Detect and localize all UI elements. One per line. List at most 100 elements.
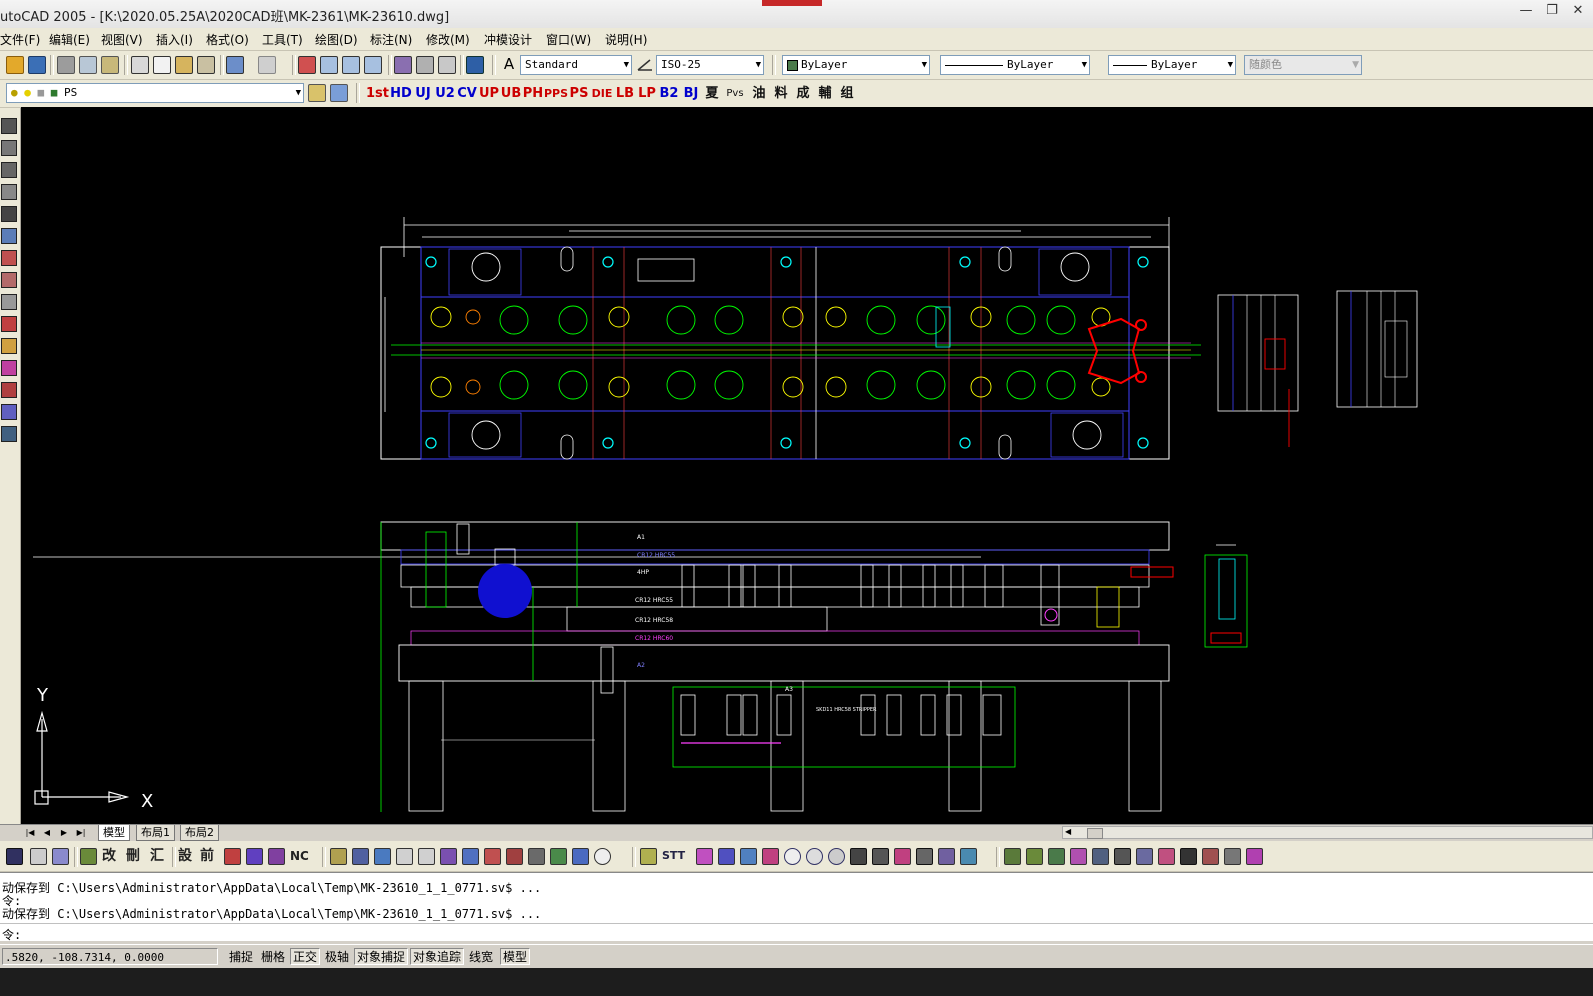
last-tab-icon[interactable]: ▶| xyxy=(74,826,88,839)
save-icon[interactable] xyxy=(28,56,46,74)
toolbar-icon[interactable] xyxy=(462,848,479,865)
polar-toggle[interactable]: 极轴 xyxy=(322,948,353,965)
grid-toggle[interactable]: 栅格 xyxy=(258,948,289,965)
tab-model[interactable]: 模型 xyxy=(98,825,130,841)
tool-cv-button[interactable]: CV xyxy=(456,84,478,104)
toolbar-icon[interactable] xyxy=(506,848,523,865)
setup-text-button[interactable]: 設 xyxy=(178,847,192,865)
tool-up-button[interactable]: UP xyxy=(478,84,500,104)
tool-u2-button[interactable]: U2 xyxy=(434,84,456,104)
pan-icon[interactable] xyxy=(298,56,316,74)
tool-bj-button[interactable]: BJ xyxy=(680,84,702,104)
tab-layout2[interactable]: 布局2 xyxy=(180,825,219,841)
layer-select[interactable]: ● ● ■ ■ PS ▼ xyxy=(6,83,304,103)
redo-icon[interactable] xyxy=(258,56,276,74)
punch-icon[interactable] xyxy=(1,140,17,156)
punch-icon[interactable] xyxy=(1,184,17,200)
modify-text-button[interactable]: 改 xyxy=(102,847,116,865)
tool-oil-button[interactable]: 油 xyxy=(748,84,770,104)
lineweight-control-select[interactable]: ByLayer ▼ xyxy=(1108,55,1236,75)
make-object-layer-current-icon[interactable] xyxy=(330,84,348,102)
toolbar-icon[interactable] xyxy=(330,848,347,865)
publish-icon[interactable] xyxy=(101,56,119,74)
print-icon[interactable] xyxy=(57,56,75,74)
toolbar-icon[interactable] xyxy=(938,848,955,865)
toolbar-icon[interactable] xyxy=(872,848,889,865)
form-icon[interactable] xyxy=(1,382,17,398)
toolbar-icon[interactable] xyxy=(528,848,545,865)
tool-lb-button[interactable]: LB xyxy=(614,84,636,104)
new-file-icon[interactable] xyxy=(6,56,24,74)
tool-palettes-icon[interactable] xyxy=(438,56,456,74)
menu-format[interactable]: 格式(O) xyxy=(206,31,249,48)
toolbar-icon[interactable] xyxy=(718,848,735,865)
copy-icon[interactable] xyxy=(153,56,171,74)
toolbar-icon[interactable] xyxy=(80,848,97,865)
toolbar-icon[interactable] xyxy=(374,848,391,865)
toolbar-icon[interactable] xyxy=(1026,848,1043,865)
toolbar-icon[interactable] xyxy=(550,848,567,865)
toolbar-icon[interactable] xyxy=(740,848,757,865)
toolbar-icon[interactable] xyxy=(572,848,589,865)
toolbar-icon[interactable] xyxy=(1004,848,1021,865)
menu-help[interactable]: 说明(H) xyxy=(605,31,647,48)
lifter-icon[interactable] xyxy=(1,404,17,420)
first-tab-icon[interactable]: |◀ xyxy=(23,826,37,839)
circle-icon[interactable] xyxy=(784,848,801,865)
menu-view[interactable]: 视图(V) xyxy=(101,31,143,48)
match-properties-icon[interactable] xyxy=(197,56,215,74)
properties-icon[interactable] xyxy=(394,56,412,74)
lineweight-toggle[interactable]: 线宽 xyxy=(466,948,497,965)
toolbar-icon[interactable] xyxy=(396,848,413,865)
minimize-button[interactable]: — xyxy=(1512,2,1540,20)
design-center-icon[interactable] xyxy=(416,56,434,74)
pilot-icon[interactable] xyxy=(1,426,17,442)
tool-ph-button[interactable]: PH xyxy=(522,84,544,104)
tab-layout1[interactable]: 布局1 xyxy=(136,825,175,841)
command-prompt[interactable]: 令: xyxy=(2,926,21,943)
linetype-control-select[interactable]: ByLayer ▼ xyxy=(940,55,1090,75)
menu-modify[interactable]: 修改(M) xyxy=(426,31,470,48)
toolbar-icon[interactable] xyxy=(696,848,713,865)
menu-window[interactable]: 窗口(W) xyxy=(546,31,591,48)
tool-die-button[interactable]: DIE xyxy=(590,84,614,104)
scroll-thumb[interactable] xyxy=(1087,828,1103,839)
ortho-toggle[interactable]: 正交 xyxy=(290,948,321,965)
pin-icon[interactable] xyxy=(1,206,17,222)
front-text-button[interactable]: 前 xyxy=(200,847,214,865)
tool-hd-button[interactable]: HD xyxy=(390,84,412,104)
otrack-toggle[interactable]: 对象追踪 xyxy=(410,948,465,965)
toolbar-icon[interactable] xyxy=(268,848,285,865)
scroll-left-icon[interactable]: ◀ xyxy=(1065,827,1071,836)
command-line-area[interactable]: 动保存到 C:\Users\Administrator\AppData\Loca… xyxy=(0,872,1593,943)
close-button[interactable]: ✕ xyxy=(1564,2,1592,20)
circle-icon[interactable] xyxy=(828,848,845,865)
toolbar-icon[interactable] xyxy=(1180,848,1197,865)
toolbar-icon[interactable] xyxy=(30,848,47,865)
toolbar-icon[interactable] xyxy=(484,848,501,865)
zoom-window-icon[interactable] xyxy=(342,56,360,74)
toolbar-icon[interactable] xyxy=(1224,848,1241,865)
delete-text-button[interactable]: 刪 xyxy=(126,847,140,865)
restore-button[interactable]: ❐ xyxy=(1538,2,1566,20)
toolbar-icon[interactable] xyxy=(1048,848,1065,865)
undo-icon[interactable] xyxy=(226,56,244,74)
tool-pvs-button[interactable]: Pvs xyxy=(722,84,748,104)
toolbar-icon[interactable] xyxy=(440,848,457,865)
color-control-select[interactable]: ByLayer ▼ xyxy=(782,55,930,75)
prev-tab-icon[interactable]: ◀ xyxy=(40,826,54,839)
toolbar-icon[interactable] xyxy=(894,848,911,865)
tool-xia-button[interactable]: 夏 xyxy=(702,84,722,104)
tool-b2-button[interactable]: B2 xyxy=(658,84,680,104)
dimension-style-select[interactable]: ISO-25 ▼ xyxy=(656,55,764,75)
summary-text-button[interactable]: 汇 xyxy=(150,847,164,865)
cut-icon[interactable] xyxy=(131,56,149,74)
menu-draw[interactable]: 绘图(D) xyxy=(315,31,358,48)
tool-fu-button[interactable]: 輔 xyxy=(814,84,836,104)
bend-icon[interactable] xyxy=(1,360,17,376)
zoom-realtime-icon[interactable] xyxy=(320,56,338,74)
toolbar-icon[interactable] xyxy=(352,848,369,865)
menu-edit[interactable]: 编辑(E) xyxy=(49,31,90,48)
toolbar-icon[interactable] xyxy=(640,848,657,865)
menu-tools[interactable]: 工具(T) xyxy=(262,31,303,48)
